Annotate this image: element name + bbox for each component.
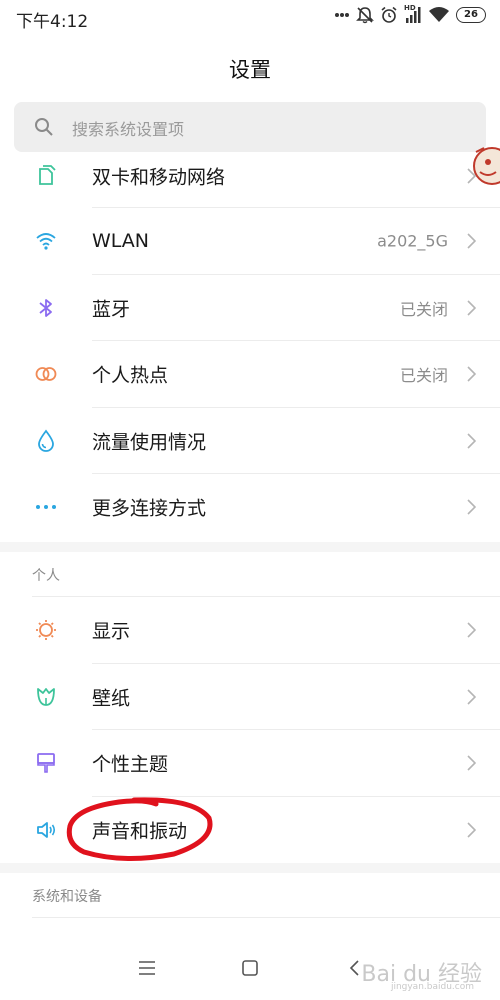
bluetooth-icon <box>39 298 52 317</box>
hotspot-icon <box>35 367 57 382</box>
back-icon[interactable] <box>348 960 360 976</box>
navigation-bar: Bai du 经验 jingyan.baidu.com <box>0 938 500 1000</box>
home-icon[interactable] <box>241 960 259 976</box>
settings-item-label: WLAN <box>92 230 150 253</box>
settings-item-label: 个性主题 <box>92 753 169 776</box>
settings-item-label: 显示 <box>92 620 131 643</box>
wifi-status-icon <box>429 7 449 22</box>
wifi-icon <box>36 233 56 250</box>
settings-item-theme[interactable]: 个性主题 <box>0 730 500 797</box>
search-icon <box>35 118 53 136</box>
settings-item-label: 双卡和移动网络 <box>92 166 226 189</box>
section-gap <box>0 542 500 552</box>
status-bar: 下午4:12 HD 26 <box>0 0 500 34</box>
chevron-right-icon <box>467 822 476 838</box>
settings-item-label: 个人热点 <box>92 364 169 387</box>
watermark-url: jingyan.baidu.com <box>390 982 474 992</box>
chevron-right-icon <box>467 499 476 515</box>
chevron-right-icon <box>467 622 476 638</box>
menu-icon[interactable] <box>138 960 156 976</box>
more-dots-icon <box>36 505 56 510</box>
sound-icon <box>37 821 56 838</box>
settings-item-label: 声音和振动 <box>92 820 188 843</box>
settings-item-hotspot[interactable]: 个人热点 已关闭 <box>0 341 500 408</box>
status-time: 下午4:12 <box>16 12 89 32</box>
chevron-right-icon <box>467 168 476 184</box>
settings-item-value: 已关闭 <box>399 366 448 386</box>
section-header-system: 系统和设备 <box>32 889 102 905</box>
settings-item-label: 流量使用情况 <box>92 431 207 454</box>
network-settings-list: 双卡和移动网络 WLAN a202_5G 蓝牙 已关闭 个人热点 已关闭 流量使… <box>0 142 500 541</box>
settings-item-sound-vibration[interactable]: 声音和振动 <box>0 797 500 864</box>
settings-item-data-usage[interactable]: 流量使用情况 <box>0 408 500 474</box>
chevron-right-icon <box>467 366 476 382</box>
settings-item-wallpaper[interactable]: 壁纸 <box>0 664 500 730</box>
display-icon <box>36 620 56 641</box>
settings-item-dual-sim[interactable]: 双卡和移动网络 <box>0 142 500 208</box>
divider <box>32 917 500 918</box>
alarm-icon <box>381 6 397 23</box>
chevron-right-icon <box>467 433 476 449</box>
sim-card-icon <box>39 165 56 185</box>
battery-indicator: 26 <box>456 7 486 23</box>
muted-bell-icon <box>356 7 374 24</box>
wallpaper-icon <box>37 687 55 706</box>
cell-signal-icon: HD <box>404 4 422 24</box>
more-notifications-icon <box>335 13 349 17</box>
section-header-personal: 个人 <box>32 568 60 584</box>
settings-item-label: 更多连接方式 <box>92 497 207 520</box>
status-icons: HD 26 <box>334 4 486 24</box>
search-placeholder: 搜索系统设置项 <box>72 120 185 139</box>
chevron-right-icon <box>467 755 476 771</box>
settings-item-value: 已关闭 <box>399 299 448 319</box>
settings-item-label: 壁纸 <box>92 687 131 710</box>
settings-item-more-connections[interactable]: 更多连接方式 <box>0 474 500 541</box>
theme-icon <box>37 753 55 774</box>
settings-item-value: a202_5G <box>377 231 448 251</box>
page-title: 设置 <box>229 58 271 82</box>
settings-item-bluetooth[interactable]: 蓝牙 已关闭 <box>0 275 500 341</box>
chevron-right-icon <box>467 300 476 316</box>
settings-item-label: 蓝牙 <box>92 298 131 321</box>
chevron-right-icon <box>467 233 476 249</box>
section-gap <box>0 863 500 873</box>
settings-item-display[interactable]: 显示 <box>0 597 500 664</box>
settings-item-wlan[interactable]: WLAN a202_5G <box>0 208 500 275</box>
personal-settings-list: 显示 壁纸 个性主题 声音和振动 <box>0 597 500 863</box>
chevron-right-icon <box>467 689 476 705</box>
data-usage-icon <box>38 429 54 452</box>
